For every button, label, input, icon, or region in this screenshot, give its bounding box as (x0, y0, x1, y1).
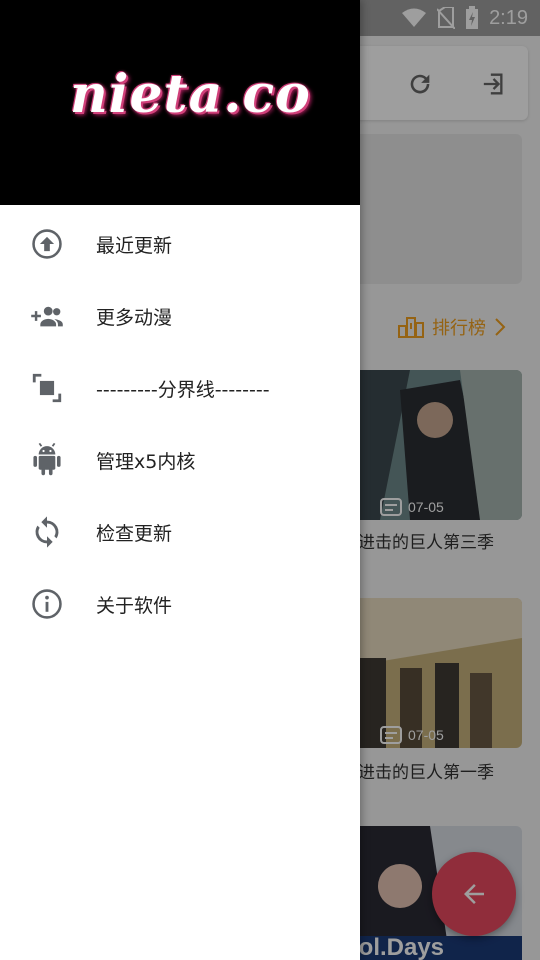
selection-frame-icon (30, 371, 64, 405)
add-people-icon (30, 299, 64, 333)
menu-item-label: 关于软件 (96, 595, 173, 617)
menu-item-label: 最近更新 (96, 235, 173, 257)
menu-item-label: ---------分界线-------- (96, 379, 270, 401)
menu-item-divider[interactable]: ---------分界线-------- (0, 349, 360, 421)
android-icon (30, 442, 64, 477)
drawer-header: nieta.co (0, 0, 360, 205)
sync-icon (30, 515, 64, 549)
drawer-menu: 最近更新 更多动漫 ---------分界线-------- 管理x5内核 检查… (0, 205, 360, 637)
menu-item-label: 管理x5内核 (96, 451, 196, 473)
menu-item-manage-x5-kernel[interactable]: 管理x5内核 (0, 421, 360, 493)
menu-item-about[interactable]: 关于软件 (0, 565, 360, 637)
menu-item-label: 更多动漫 (96, 307, 173, 329)
app-logo: nieta.co (70, 64, 311, 125)
arrow-up-circle-icon (30, 227, 64, 261)
info-icon (30, 587, 64, 621)
menu-item-recent-updates[interactable]: 最近更新 (0, 205, 360, 277)
menu-item-check-update[interactable]: 检查更新 (0, 493, 360, 565)
menu-item-label: 检查更新 (96, 523, 173, 545)
menu-item-more-anime[interactable]: 更多动漫 (0, 277, 360, 349)
navigation-drawer: nieta.co 最近更新 更多动漫 ---------分界线-------- … (0, 0, 360, 960)
